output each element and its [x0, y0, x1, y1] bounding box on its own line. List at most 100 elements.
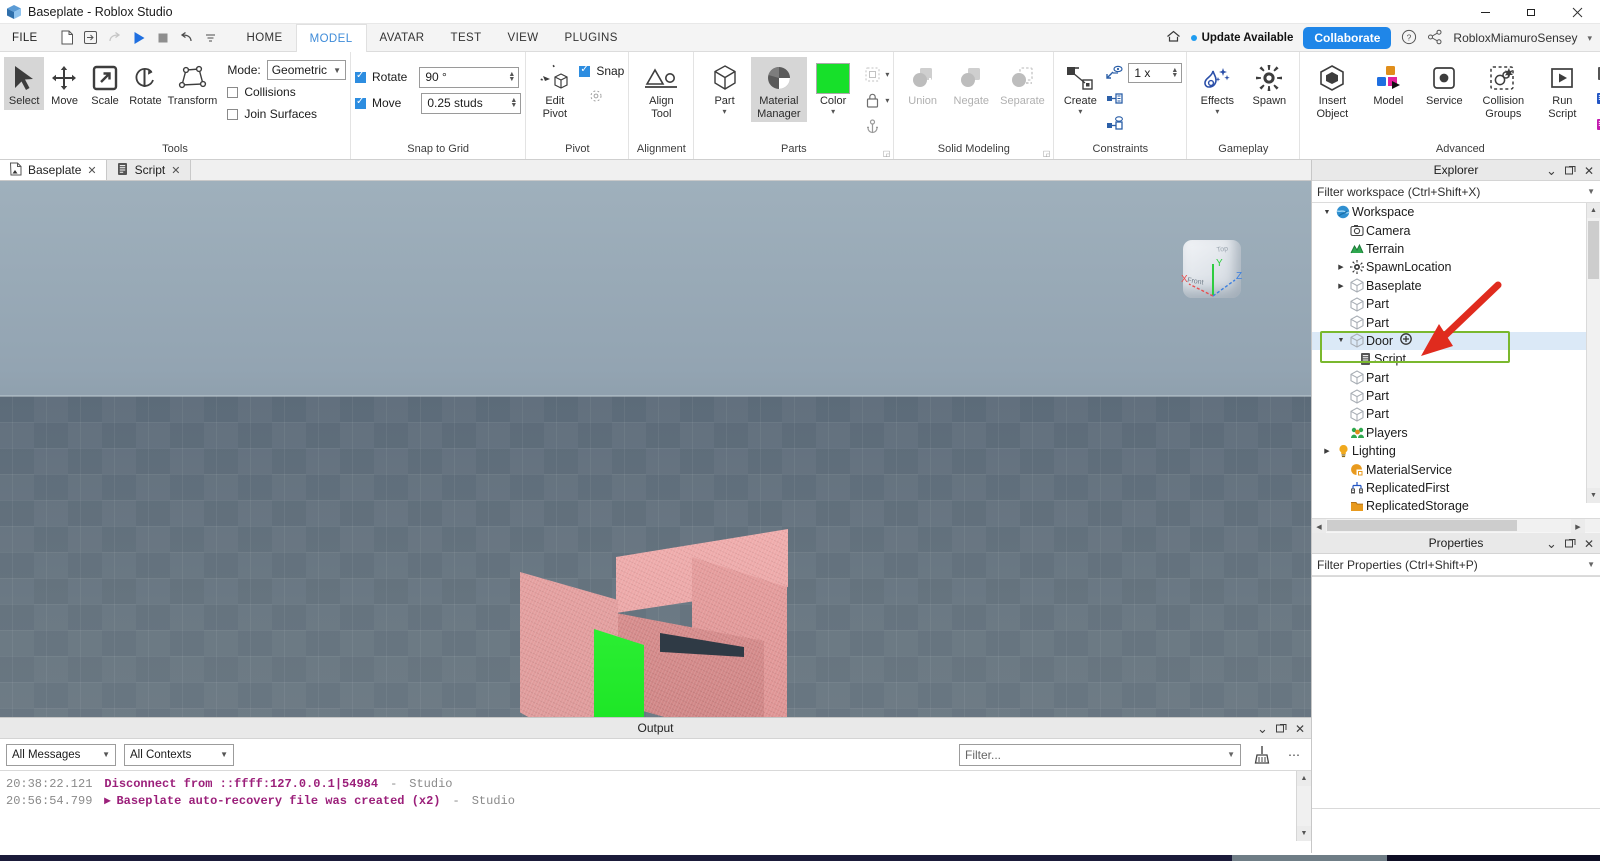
file-menu-button[interactable]: FILE: [0, 24, 50, 51]
chevron-down-icon[interactable]: ▼: [1227, 750, 1235, 759]
tree-item-players[interactable]: Players: [1312, 424, 1600, 442]
close-icon[interactable]: ✕: [171, 164, 180, 177]
share-nodes-icon[interactable]: [1427, 29, 1443, 48]
close-button[interactable]: [1554, 0, 1600, 24]
pivot-snap-checkbox[interactable]: [579, 64, 591, 77]
twisty-open-icon[interactable]: ▼: [1334, 337, 1348, 344]
collisions-checkbox-row[interactable]: Collisions: [227, 81, 346, 103]
stepper-arrows-icon[interactable]: ▲ ▼: [1171, 67, 1178, 79]
tab-home[interactable]: HOME: [234, 24, 296, 51]
tree-item-part[interactable]: Part: [1312, 295, 1600, 313]
scroll-up-button[interactable]: ▲: [1297, 771, 1311, 786]
scroll-down-button[interactable]: ▼: [1297, 826, 1311, 841]
lock-icon[interactable]: [859, 87, 885, 113]
run-script-button[interactable]: Run Script: [1534, 57, 1590, 122]
ellipsis-icon[interactable]: ⋯: [1283, 748, 1305, 762]
properties-filter-input[interactable]: Filter Properties (Ctrl+Shift+P) ▼: [1312, 554, 1600, 576]
context-filter-select[interactable]: All Contexts ▼: [124, 743, 234, 766]
group-select-icon[interactable]: [859, 61, 885, 87]
snap-rotate-input[interactable]: 90 ° ▲ ▼: [419, 66, 520, 88]
add-plus-icon[interactable]: [1400, 333, 1412, 348]
collisions-checkbox[interactable]: [227, 86, 239, 98]
tree-item-part[interactable]: Part: [1312, 405, 1600, 423]
move-tool-button[interactable]: Move: [44, 57, 84, 110]
tab-plugins[interactable]: PLUGINS: [552, 24, 631, 51]
new-file-icon[interactable]: [56, 27, 78, 49]
tree-item-replicatedstorage[interactable]: ReplicatedStorage: [1312, 497, 1600, 515]
output-log-list[interactable]: 20:38:22.121 Disconnect from ::ffff:127.…: [0, 771, 1311, 809]
help-circle-icon[interactable]: ?: [1401, 29, 1417, 48]
scroll-down-button[interactable]: ▼: [1587, 488, 1600, 503]
minimize-button[interactable]: [1462, 0, 1508, 24]
anchor-row[interactable]: [859, 113, 889, 139]
update-available-notice[interactable]: Update Available: [1190, 32, 1293, 44]
create-constraint-button[interactable]: Create ▾: [1058, 57, 1102, 117]
output-log-row[interactable]: 20:38:22.121 Disconnect from ::ffff:127.…: [0, 775, 1311, 792]
open-file-icon[interactable]: [80, 27, 102, 49]
scroll-thumb[interactable]: [1588, 221, 1599, 279]
tree-item-script[interactable]: Script: [1312, 350, 1600, 368]
close-icon[interactable]: ✕: [1584, 164, 1594, 178]
negate-button[interactable]: Negate: [947, 57, 996, 110]
broom-icon[interactable]: [1249, 745, 1275, 764]
tab-model[interactable]: MODEL: [295, 24, 367, 52]
3d-viewport[interactable]: Top Front Y X Z: [0, 181, 1311, 717]
tab-view[interactable]: VIEW: [495, 24, 552, 51]
snap-rotate-row[interactable]: Rotate 90 ° ▲▼: [355, 64, 521, 90]
effects-button[interactable]: Effects ▾: [1191, 57, 1243, 117]
snap-move-input[interactable]: 0.25 studs ▲ ▼: [421, 92, 522, 114]
view-cube-gizmo[interactable]: Top Front Y X Z: [1165, 234, 1257, 330]
explorer-horizontal-scrollbar[interactable]: ◀ ▶: [1312, 518, 1600, 534]
script-icon[interactable]: [1590, 60, 1600, 86]
undock-icon[interactable]: [1564, 537, 1576, 551]
tree-item-terrain[interactable]: Terrain: [1312, 240, 1600, 258]
tree-item-replicatedfirst[interactable]: ReplicatedFirst: [1312, 479, 1600, 497]
doc-tab-script[interactable]: Script ✕: [106, 160, 191, 180]
group-select-row[interactable]: ▾: [859, 61, 889, 87]
snap-move-row[interactable]: Move 0.25 studs ▲▼: [355, 90, 522, 116]
tree-item-workspace[interactable]: ▼ Workspace: [1312, 203, 1600, 221]
snap-rotate-checkbox[interactable]: [355, 70, 366, 83]
material-manager-button[interactable]: Material Manager: [750, 57, 807, 122]
color-button[interactable]: Color ▾: [807, 57, 859, 117]
pivot-snap-row[interactable]: Snap: [579, 60, 624, 82]
show-welds-icon[interactable]: [1102, 86, 1128, 112]
output-log-row[interactable]: 20:56:54.799 ▸ Baseplate auto-recovery f…: [0, 792, 1311, 809]
select-tool-button[interactable]: Select: [4, 57, 45, 110]
show-constraints-icon[interactable]: [1102, 60, 1128, 86]
restore-button[interactable]: [1508, 0, 1554, 24]
properties-list[interactable]: [1312, 576, 1600, 809]
join-surfaces-checkbox-row[interactable]: Join Surfaces: [227, 103, 346, 125]
tree-item-part[interactable]: Part: [1312, 387, 1600, 405]
tree-item-spawnlocation[interactable]: ▶ SpawnLocation: [1312, 258, 1600, 276]
explorer-filter-input[interactable]: Filter workspace (Ctrl+Shift+X) ▼: [1312, 181, 1600, 203]
output-vertical-scrollbar[interactable]: ▲ ▼: [1296, 771, 1311, 841]
rotate-tool-button[interactable]: Rotate: [125, 57, 165, 110]
union-button[interactable]: Union: [898, 57, 947, 110]
tree-item-baseplate[interactable]: ▶ Baseplate: [1312, 277, 1600, 295]
insert-object-button[interactable]: Insert Object: [1304, 57, 1360, 122]
chevron-down-icon[interactable]: ▼: [1587, 560, 1595, 569]
chevron-down-icon[interactable]: ▾: [1215, 107, 1219, 115]
dropdown-caret-icon[interactable]: ⌄: [1546, 536, 1557, 552]
tab-test[interactable]: TEST: [438, 24, 495, 51]
parts-dialog-launcher[interactable]: ◲: [883, 149, 891, 158]
scroll-right-button[interactable]: ▶: [1571, 519, 1585, 534]
snap-move-checkbox[interactable]: [355, 96, 366, 109]
constraint-scale-input[interactable]: 1 x ▲ ▼: [1128, 63, 1183, 83]
dropdown-caret-icon[interactable]: ⌄: [1546, 163, 1557, 179]
tree-item-part[interactable]: Part: [1312, 369, 1600, 387]
twisty-closed-icon[interactable]: ▶: [1320, 447, 1334, 455]
explorer-vertical-scrollbar[interactable]: ▲ ▼: [1586, 203, 1600, 503]
account-name-label[interactable]: RobloxMiamuroSensey: [1453, 31, 1577, 45]
undo-icon[interactable]: [176, 27, 198, 49]
tree-item-door[interactable]: ▼ Door: [1312, 331, 1600, 351]
account-caret-icon[interactable]: ▾: [1587, 33, 1592, 44]
tab-avatar[interactable]: AVATAR: [367, 24, 438, 51]
close-icon[interactable]: ✕: [87, 164, 96, 177]
chevron-down-icon[interactable]: ▾: [723, 107, 727, 115]
local-script-icon[interactable]: [1590, 86, 1600, 112]
separate-button[interactable]: Separate: [996, 57, 1050, 110]
mode-select[interactable]: Geometric ▼: [266, 60, 346, 80]
stepper-arrows-icon[interactable]: ▲ ▼: [510, 97, 517, 109]
